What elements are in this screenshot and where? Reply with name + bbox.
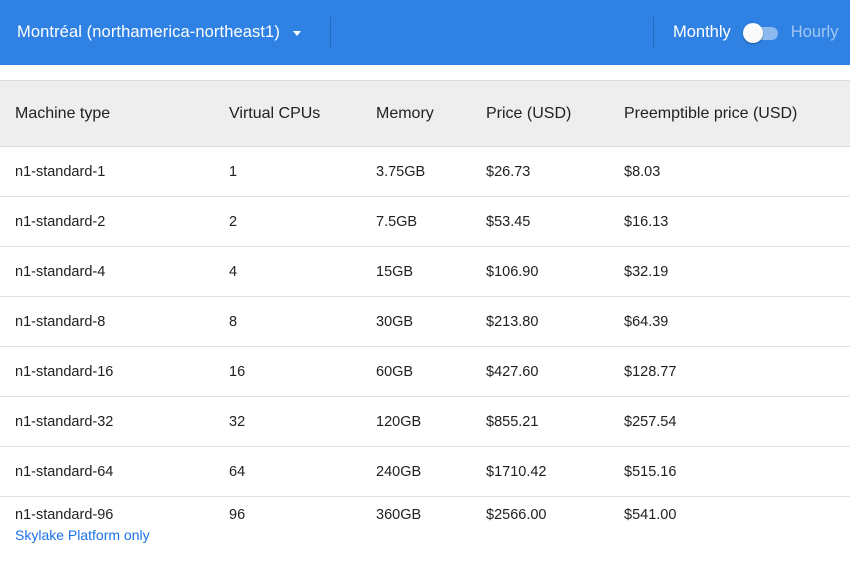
virtual-cpus-cell: 1 — [229, 163, 238, 180]
table-row: n1-standard-32 32 120GB $855.21 $257.54 — [0, 397, 850, 447]
preemptible-price-cell: $257.54 — [624, 413, 677, 430]
table-header: Machine type Virtual CPUs Memory Price (… — [0, 80, 850, 147]
table-row: n1-standard-2 2 7.5GB $53.45 $16.13 — [0, 197, 850, 247]
preemptible-price-cell: $8.03 — [624, 163, 661, 180]
region-label: Montréal (northamerica-northeast1) — [17, 23, 280, 41]
column-header-virtual-cpus: Virtual CPUs — [229, 104, 321, 122]
column-header-preemptible-price: Preemptible price (USD) — [624, 104, 798, 122]
header-row: Machine type Virtual CPUs Memory Price (… — [0, 80, 850, 147]
region-dropdown[interactable]: Montréal (northamerica-northeast1) — [17, 0, 301, 65]
pricing-table-container: Machine type Virtual CPUs Memory Price (… — [0, 80, 850, 557]
virtual-cpus-cell: 64 — [229, 463, 246, 480]
virtual-cpus-cell: 16 — [229, 363, 246, 380]
table-row: n1-standard-64 64 240GB $1710.42 $515.16 — [0, 447, 850, 497]
price-cell: $106.90 — [486, 263, 539, 280]
virtual-cpus-cell: 2 — [229, 213, 238, 230]
pricing-toolbar: Montréal (northamerica-northeast1) Month… — [0, 0, 850, 65]
virtual-cpus-cell: 8 — [229, 313, 238, 330]
switch-thumb — [742, 22, 763, 43]
table-row: n1-standard-16 16 60GB $427.60 $128.77 — [0, 347, 850, 397]
virtual-cpus-cell: 32 — [229, 413, 246, 430]
table-row: n1-standard-8 8 30GB $213.80 $64.39 — [0, 297, 850, 347]
virtual-cpus-cell: 96 — [229, 507, 246, 523]
column-header-machine-type: Machine type — [15, 104, 111, 122]
memory-cell: 60GB — [376, 363, 414, 380]
pricing-table: Machine type Virtual CPUs Memory Price (… — [0, 80, 850, 557]
table-row: n1-standard-96 Skylake Platform only 96 … — [0, 497, 850, 557]
price-cell: $427.60 — [486, 363, 539, 380]
monthly-label[interactable]: Monthly — [673, 23, 731, 42]
preemptible-price-cell: $515.16 — [624, 463, 677, 480]
preemptible-price-cell: $64.39 — [624, 313, 669, 330]
price-cell: $855.21 — [486, 413, 539, 430]
machine-type-cell: n1-standard-64 — [15, 463, 114, 480]
virtual-cpus-cell: 4 — [229, 263, 238, 280]
preemptible-price-cell: $32.19 — [624, 263, 669, 280]
machine-type-cell: n1-standard-1 — [15, 163, 106, 180]
billing-period-switch[interactable] — [742, 22, 779, 43]
machine-type-cell: n1-standard-16 — [15, 363, 114, 380]
memory-cell: 360GB — [376, 507, 422, 523]
preemptible-price-cell: $541.00 — [624, 507, 677, 523]
skylake-platform-link[interactable]: Skylake Platform only — [15, 527, 229, 543]
preemptible-price-cell: $128.77 — [624, 363, 677, 380]
price-cell: $213.80 — [486, 313, 539, 330]
chevron-down-icon — [292, 31, 301, 36]
toolbar-divider — [330, 17, 331, 48]
machine-type-cell: n1-standard-2 — [15, 213, 106, 230]
memory-cell: 120GB — [376, 413, 422, 430]
price-cell: $1710.42 — [486, 463, 547, 480]
memory-cell: 30GB — [376, 313, 414, 330]
table-row: n1-standard-1 1 3.75GB $26.73 $8.03 — [0, 147, 850, 197]
hourly-label[interactable]: Hourly — [791, 23, 839, 42]
price-cell: $2566.00 — [486, 507, 547, 523]
table-row: n1-standard-4 4 15GB $106.90 $32.19 — [0, 247, 850, 297]
column-header-memory: Memory — [376, 104, 434, 122]
memory-cell: 7.5GB — [376, 213, 418, 230]
memory-cell: 15GB — [376, 263, 414, 280]
billing-period-toggle: Monthly Hourly — [673, 0, 838, 65]
preemptible-price-cell: $16.13 — [624, 213, 669, 230]
machine-type-cell: n1-standard-4 — [15, 263, 106, 280]
price-cell: $26.73 — [486, 163, 531, 180]
memory-cell: 3.75GB — [376, 163, 426, 180]
machine-type-cell: n1-standard-32 — [15, 413, 114, 430]
memory-cell: 240GB — [376, 463, 422, 480]
price-cell: $53.45 — [486, 213, 531, 230]
toolbar-divider — [653, 17, 654, 48]
machine-type-cell-with-note: n1-standard-96 Skylake Platform only — [0, 497, 229, 557]
table-body: n1-standard-1 1 3.75GB $26.73 $8.03 n1-s… — [0, 147, 850, 557]
column-header-price: Price (USD) — [486, 104, 572, 122]
machine-type-text: n1-standard-96 — [15, 507, 114, 523]
machine-type-cell: n1-standard-8 — [15, 313, 106, 330]
